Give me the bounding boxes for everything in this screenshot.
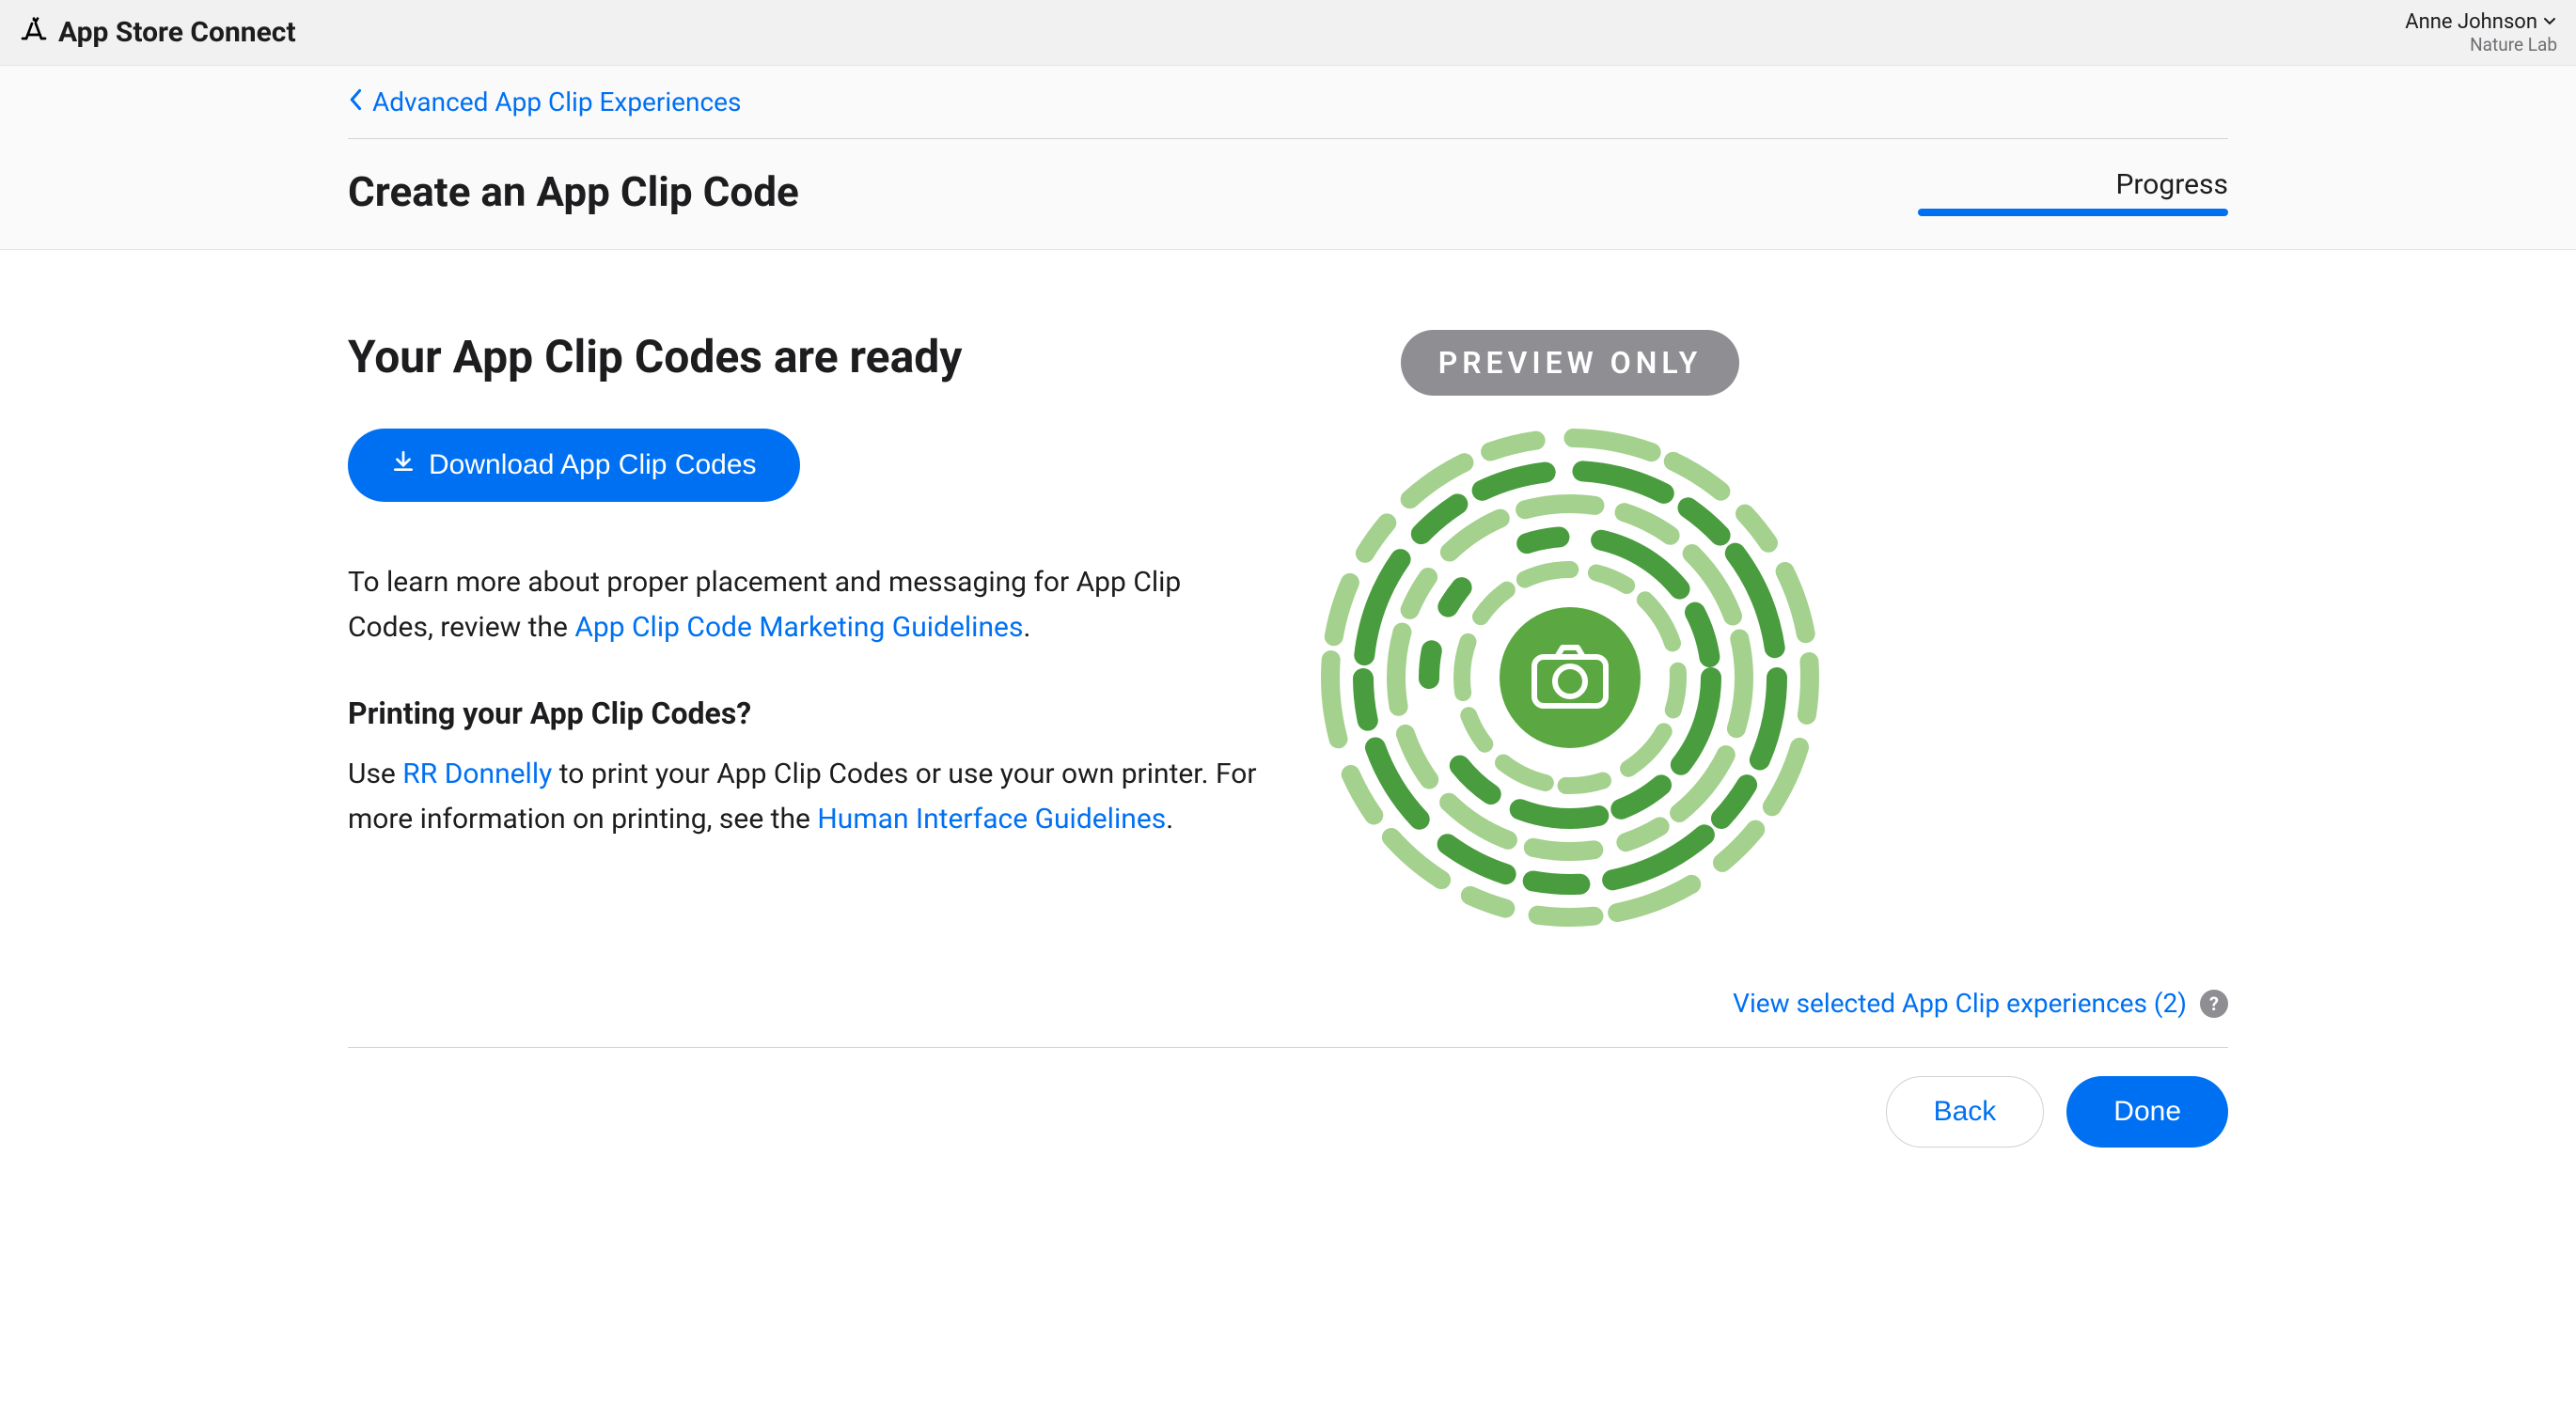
- chevron-left-icon: [348, 86, 365, 117]
- progress-indicator: Progress: [1918, 168, 2228, 216]
- main-content: Your App Clip Codes are ready Download A…: [0, 250, 2576, 1176]
- back-button[interactable]: Back: [1886, 1076, 2045, 1148]
- user-menu[interactable]: Anne Johnson Nature Lab: [2405, 10, 2557, 55]
- app-store-icon: [19, 16, 49, 50]
- top-bar-left: App Store Connect: [19, 16, 296, 50]
- progress-bar: [1918, 209, 2228, 216]
- content-left: Your App Clip Codes are ready Download A…: [348, 330, 1260, 931]
- breadcrumb-label: Advanced App Clip Experiences: [372, 86, 741, 117]
- marketing-guidelines-link[interactable]: App Clip Code Marketing Guidelines: [574, 611, 1023, 644]
- learn-more-paragraph: To learn more about proper placement and…: [348, 560, 1260, 650]
- content-right: PREVIEW ONLY: [1316, 330, 1824, 931]
- chevron-down-icon: [2542, 10, 2557, 34]
- app-clip-code-preview: [1316, 424, 1824, 931]
- hig-link[interactable]: Human Interface Guidelines: [817, 803, 1166, 836]
- page-title-row: Create an App Clip Code Progress: [348, 139, 2228, 249]
- view-selected-link[interactable]: View selected App Clip experiences (2): [1733, 988, 2187, 1019]
- printing-paragraph: Use RR Donnelly to print your App Clip C…: [348, 752, 1260, 842]
- sub-header: Advanced App Clip Experiences Create an …: [0, 66, 2576, 250]
- download-button-label: Download App Clip Codes: [429, 449, 757, 481]
- page-title: Create an App Clip Code: [348, 167, 799, 216]
- download-button[interactable]: Download App Clip Codes: [348, 429, 800, 502]
- footer-actions: Back Done: [348, 1047, 2228, 1176]
- done-button[interactable]: Done: [2066, 1076, 2228, 1148]
- help-icon[interactable]: ?: [2200, 990, 2228, 1018]
- preview-badge: PREVIEW ONLY: [1401, 330, 1740, 396]
- app-title: App Store Connect: [58, 16, 296, 49]
- ready-heading: Your App Clip Codes are ready: [348, 330, 1260, 383]
- user-org-label: Nature Lab: [2470, 34, 2557, 55]
- printing-heading: Printing your App Clip Codes?: [348, 695, 1260, 731]
- breadcrumb-back-link[interactable]: Advanced App Clip Experiences: [348, 86, 741, 117]
- user-name-label: Anne Johnson: [2405, 10, 2537, 34]
- progress-label: Progress: [1918, 168, 2228, 201]
- top-bar: App Store Connect Anne Johnson Nature La…: [0, 0, 2576, 66]
- download-icon: [391, 449, 416, 481]
- view-selected-row: View selected App Clip experiences (2) ?: [348, 988, 2228, 1047]
- breadcrumb-row: Advanced App Clip Experiences: [348, 66, 2228, 139]
- rr-donnelly-link[interactable]: RR Donnelly: [402, 758, 552, 790]
